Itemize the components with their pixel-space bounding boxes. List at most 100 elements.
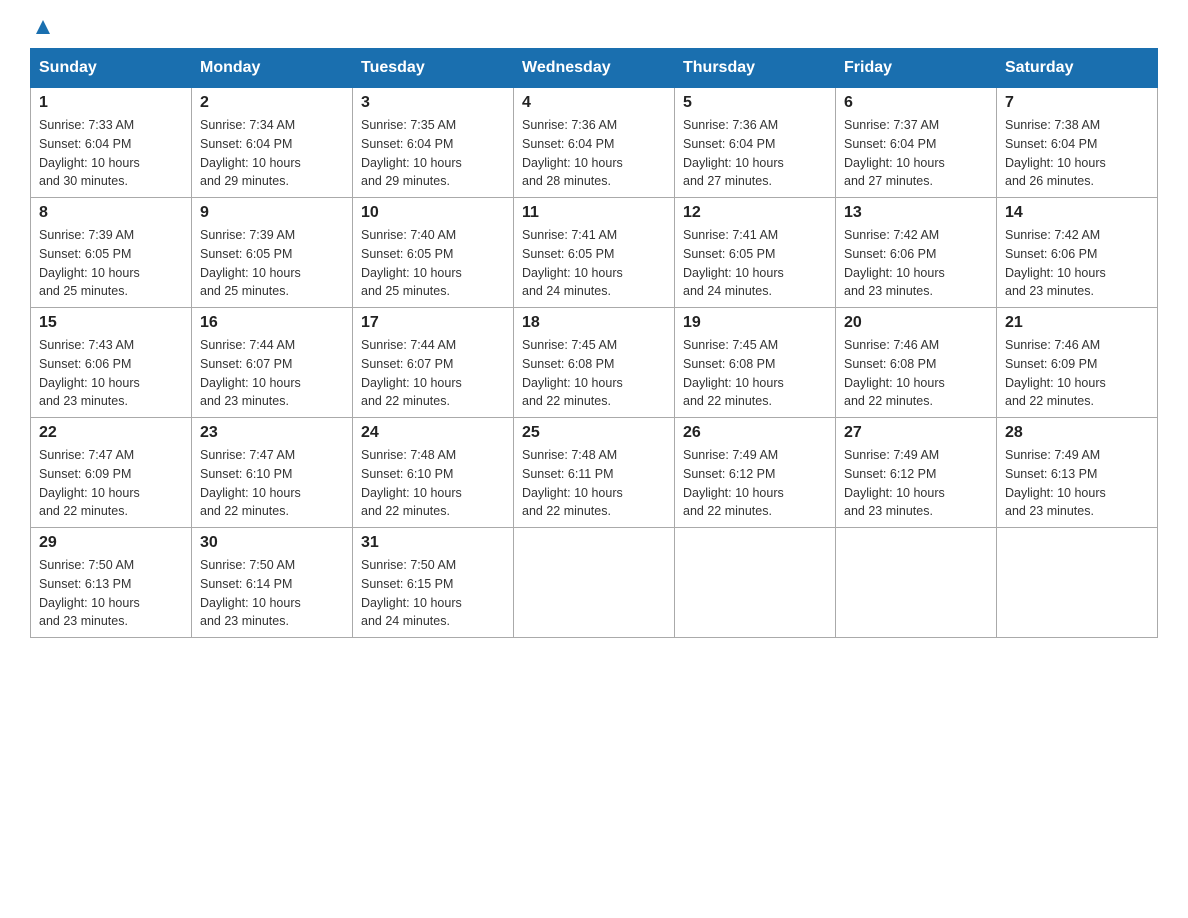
calendar-week-row: 8 Sunrise: 7:39 AMSunset: 6:05 PMDaylight… xyxy=(31,198,1158,308)
day-info: Sunrise: 7:45 AMSunset: 6:08 PMDaylight:… xyxy=(683,336,827,411)
calendar-cell: 15Sunrise: 7:43 AMSunset: 6:06 PMDayligh… xyxy=(31,308,192,418)
day-number: 13 xyxy=(844,204,988,222)
calendar-cell: 4 Sunrise: 7:36 AMSunset: 6:04 PMDaylight… xyxy=(514,88,675,198)
calendar-cell: 13 Sunrise: 7:42 AMSunset: 6:06 PMDayligh… xyxy=(836,198,997,308)
day-info: Sunrise: 7:43 AMSunset: 6:06 PMDaylight:… xyxy=(39,336,183,411)
weekday-header-monday: Monday xyxy=(192,49,353,88)
day-info: Sunrise: 7:47 AMSunset: 6:09 PMDaylight:… xyxy=(39,446,183,521)
calendar-cell: 14 Sunrise: 7:42 AMSunset: 6:06 PMDayligh… xyxy=(997,198,1158,308)
day-number: 23 xyxy=(200,424,344,442)
day-number: 9 xyxy=(200,204,344,222)
day-number: 31 xyxy=(361,534,505,552)
day-number: 22 xyxy=(39,424,183,442)
calendar-cell: 6 Sunrise: 7:37 AMSunset: 6:04 PMDaylight… xyxy=(836,88,997,198)
calendar-cell: 23 Sunrise: 7:47 AMSunset: 6:10 PMDayligh… xyxy=(192,418,353,528)
weekday-header-sunday: Sunday xyxy=(31,49,192,88)
day-info: Sunrise: 7:35 AMSunset: 6:04 PMDaylight:… xyxy=(361,116,505,191)
day-info: Sunrise: 7:34 AMSunset: 6:04 PMDaylight:… xyxy=(200,116,344,191)
day-info: Sunrise: 7:36 AMSunset: 6:04 PMDaylight:… xyxy=(522,116,666,191)
weekday-header-row: SundayMondayTuesdayWednesdayThursdayFrid… xyxy=(31,49,1158,88)
day-number: 12 xyxy=(683,204,827,222)
logo xyxy=(30,20,54,32)
day-number: 14 xyxy=(1005,204,1149,222)
day-number: 6 xyxy=(844,94,988,112)
calendar-cell xyxy=(514,528,675,638)
day-info: Sunrise: 7:44 AMSunset: 6:07 PMDaylight:… xyxy=(200,336,344,411)
day-info: Sunrise: 7:46 AMSunset: 6:08 PMDaylight:… xyxy=(844,336,988,411)
day-number: 1 xyxy=(39,94,183,112)
day-info: Sunrise: 7:48 AMSunset: 6:11 PMDaylight:… xyxy=(522,446,666,521)
calendar-cell: 29 Sunrise: 7:50 AMSunset: 6:13 PMDayligh… xyxy=(31,528,192,638)
day-number: 19 xyxy=(683,314,827,332)
day-number: 8 xyxy=(39,204,183,222)
day-number: 26 xyxy=(683,424,827,442)
calendar-week-row: 15Sunrise: 7:43 AMSunset: 6:06 PMDayligh… xyxy=(31,308,1158,418)
calendar-cell: 1 Sunrise: 7:33 AMSunset: 6:04 PMDaylight… xyxy=(31,88,192,198)
day-info: Sunrise: 7:50 AMSunset: 6:13 PMDaylight:… xyxy=(39,556,183,631)
calendar-cell: 16 Sunrise: 7:44 AMSunset: 6:07 PMDayligh… xyxy=(192,308,353,418)
calendar-cell: 26 Sunrise: 7:49 AMSunset: 6:12 PMDayligh… xyxy=(675,418,836,528)
day-info: Sunrise: 7:49 AMSunset: 6:12 PMDaylight:… xyxy=(844,446,988,521)
weekday-header-saturday: Saturday xyxy=(997,49,1158,88)
calendar-cell: 21Sunrise: 7:46 AMSunset: 6:09 PMDayligh… xyxy=(997,308,1158,418)
day-info: Sunrise: 7:50 AMSunset: 6:15 PMDaylight:… xyxy=(361,556,505,631)
calendar-cell: 5Sunrise: 7:36 AMSunset: 6:04 PMDaylight… xyxy=(675,88,836,198)
calendar-cell: 11Sunrise: 7:41 AMSunset: 6:05 PMDayligh… xyxy=(514,198,675,308)
weekday-header-friday: Friday xyxy=(836,49,997,88)
day-number: 5 xyxy=(683,94,827,112)
calendar-cell: 3 Sunrise: 7:35 AMSunset: 6:04 PMDaylight… xyxy=(353,88,514,198)
day-number: 20 xyxy=(844,314,988,332)
day-number: 2 xyxy=(200,94,344,112)
calendar-cell: 2 Sunrise: 7:34 AMSunset: 6:04 PMDaylight… xyxy=(192,88,353,198)
day-number: 7 xyxy=(1005,94,1149,112)
day-info: Sunrise: 7:42 AMSunset: 6:06 PMDaylight:… xyxy=(844,226,988,301)
day-info: Sunrise: 7:47 AMSunset: 6:10 PMDaylight:… xyxy=(200,446,344,521)
day-number: 10 xyxy=(361,204,505,222)
calendar-cell: 27Sunrise: 7:49 AMSunset: 6:12 PMDayligh… xyxy=(836,418,997,528)
day-info: Sunrise: 7:39 AMSunset: 6:05 PMDaylight:… xyxy=(200,226,344,301)
day-info: Sunrise: 7:42 AMSunset: 6:06 PMDaylight:… xyxy=(1005,226,1149,301)
calendar-cell: 31 Sunrise: 7:50 AMSunset: 6:15 PMDayligh… xyxy=(353,528,514,638)
weekday-header-tuesday: Tuesday xyxy=(353,49,514,88)
calendar-cell xyxy=(997,528,1158,638)
day-info: Sunrise: 7:48 AMSunset: 6:10 PMDaylight:… xyxy=(361,446,505,521)
day-info: Sunrise: 7:45 AMSunset: 6:08 PMDaylight:… xyxy=(522,336,666,411)
calendar-cell: 24 Sunrise: 7:48 AMSunset: 6:10 PMDayligh… xyxy=(353,418,514,528)
calendar-cell: 10Sunrise: 7:40 AMSunset: 6:05 PMDayligh… xyxy=(353,198,514,308)
day-number: 25 xyxy=(522,424,666,442)
day-number: 30 xyxy=(200,534,344,552)
calendar-cell: 28 Sunrise: 7:49 AMSunset: 6:13 PMDayligh… xyxy=(997,418,1158,528)
day-number: 17 xyxy=(361,314,505,332)
day-number: 3 xyxy=(361,94,505,112)
day-info: Sunrise: 7:44 AMSunset: 6:07 PMDaylight:… xyxy=(361,336,505,411)
logo-triangle-icon xyxy=(32,16,54,38)
day-number: 18 xyxy=(522,314,666,332)
day-info: Sunrise: 7:33 AMSunset: 6:04 PMDaylight:… xyxy=(39,116,183,191)
calendar-cell xyxy=(836,528,997,638)
day-info: Sunrise: 7:38 AMSunset: 6:04 PMDaylight:… xyxy=(1005,116,1149,191)
day-info: Sunrise: 7:50 AMSunset: 6:14 PMDaylight:… xyxy=(200,556,344,631)
day-number: 16 xyxy=(200,314,344,332)
day-info: Sunrise: 7:49 AMSunset: 6:12 PMDaylight:… xyxy=(683,446,827,521)
day-number: 4 xyxy=(522,94,666,112)
day-number: 11 xyxy=(522,204,666,222)
day-info: Sunrise: 7:49 AMSunset: 6:13 PMDaylight:… xyxy=(1005,446,1149,521)
day-info: Sunrise: 7:37 AMSunset: 6:04 PMDaylight:… xyxy=(844,116,988,191)
calendar-cell xyxy=(675,528,836,638)
day-number: 21 xyxy=(1005,314,1149,332)
day-number: 29 xyxy=(39,534,183,552)
calendar-cell: 17 Sunrise: 7:44 AMSunset: 6:07 PMDayligh… xyxy=(353,308,514,418)
day-info: Sunrise: 7:39 AMSunset: 6:05 PMDaylight:… xyxy=(39,226,183,301)
day-number: 24 xyxy=(361,424,505,442)
day-number: 28 xyxy=(1005,424,1149,442)
weekday-header-wednesday: Wednesday xyxy=(514,49,675,88)
day-info: Sunrise: 7:41 AMSunset: 6:05 PMDaylight:… xyxy=(683,226,827,301)
calendar-week-row: 29 Sunrise: 7:50 AMSunset: 6:13 PMDayligh… xyxy=(31,528,1158,638)
calendar-cell: 22 Sunrise: 7:47 AMSunset: 6:09 PMDayligh… xyxy=(31,418,192,528)
calendar-table: SundayMondayTuesdayWednesdayThursdayFrid… xyxy=(30,48,1158,638)
calendar-cell: 12 Sunrise: 7:41 AMSunset: 6:05 PMDayligh… xyxy=(675,198,836,308)
calendar-cell: 8 Sunrise: 7:39 AMSunset: 6:05 PMDaylight… xyxy=(31,198,192,308)
calendar-week-row: 22 Sunrise: 7:47 AMSunset: 6:09 PMDayligh… xyxy=(31,418,1158,528)
calendar-cell: 19 Sunrise: 7:45 AMSunset: 6:08 PMDayligh… xyxy=(675,308,836,418)
calendar-cell: 25 Sunrise: 7:48 AMSunset: 6:11 PMDayligh… xyxy=(514,418,675,528)
